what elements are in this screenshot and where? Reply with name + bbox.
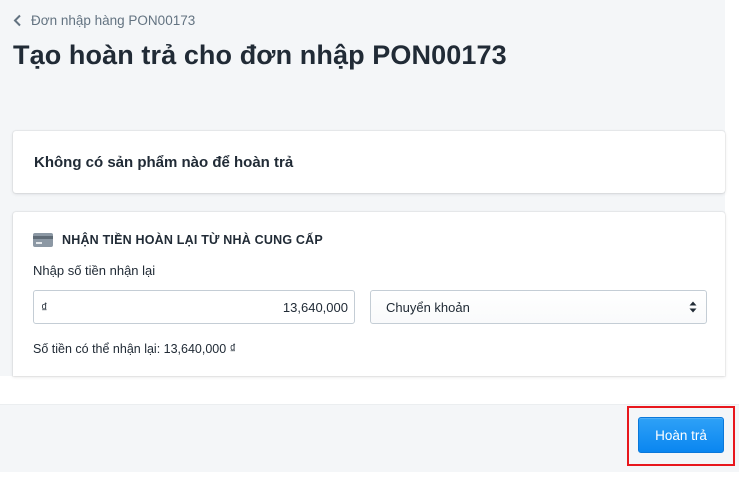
amount-label: Nhập số tiền nhận lại [33,263,156,278]
credit-card-icon [33,233,53,247]
refund-section-header: NHẬN TIỀN HOÀN LẠI TỪ NHÀ CUNG CẤP [33,233,323,247]
empty-products-card: Không có sản phẩm nào để hoàn trả [13,131,725,193]
refund-submit-button[interactable]: Hoàn trả [638,417,724,453]
breadcrumb-back-link[interactable]: Đơn nhập hàng PON00173 [13,11,195,29]
select-arrows-icon [689,301,697,313]
chevron-left-icon [13,13,25,27]
refund-amount-input[interactable]: ₫ 13,640,000 [33,290,355,324]
amount-value: 13,640,000 [282,299,348,315]
available-refund-text: Số tiền có thể nhận lại: 13,640,000 ₫ [33,342,237,356]
currency-symbol: ₫ [41,299,48,315]
refund-card: NHẬN TIỀN HOÀN LẠI TỪ NHÀ CUNG CẤP Nhập … [13,212,725,376]
breadcrumb-label: Đơn nhập hàng PON00173 [31,12,196,28]
refund-section-title: NHẬN TIỀN HOÀN LẠI TỪ NHÀ CUNG CẤP [62,233,323,247]
payment-method-select[interactable]: Chuyển khoản [370,290,707,324]
empty-message: Không có sản phẩm nào để hoàn trả [34,154,294,171]
payment-method-value: Chuyển khoản [386,299,470,315]
page-title: Tạo hoàn trả cho đơn nhập PON00173 [13,40,507,70]
